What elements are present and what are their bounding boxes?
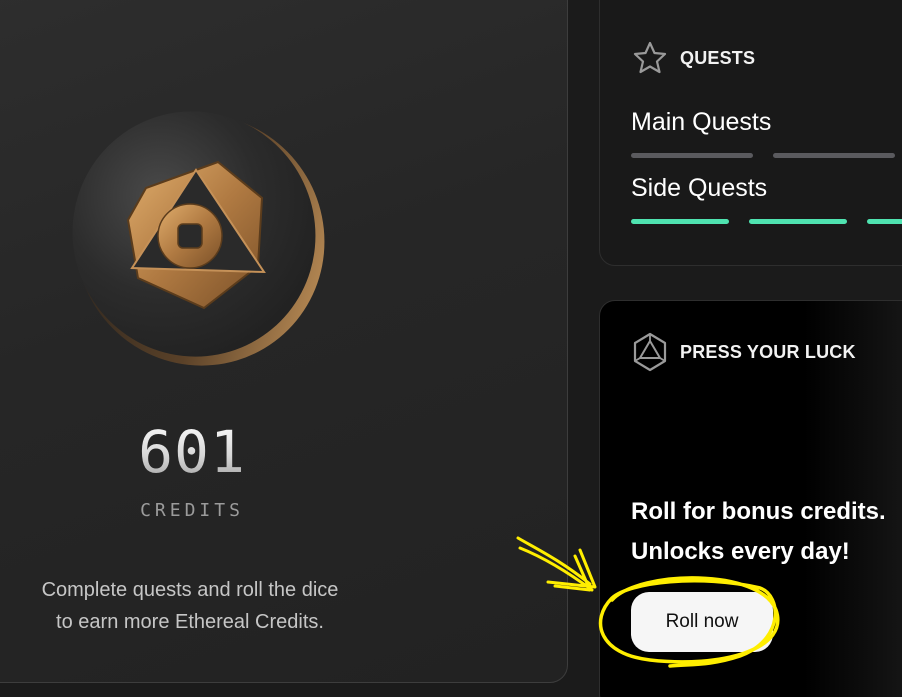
quests-header: QUESTS xyxy=(632,40,755,76)
side-quests-title[interactable]: Side Quests xyxy=(631,174,767,203)
credit-amount: 601 xyxy=(92,418,292,486)
luck-line: Unlocks every day! xyxy=(631,538,850,565)
progress-segment xyxy=(631,219,729,224)
dashboard: 601 CREDITS Complete quests and roll the… xyxy=(0,0,902,697)
progress-segment xyxy=(773,153,895,158)
main-quests-progress xyxy=(631,153,902,158)
roll-now-button[interactable]: Roll now xyxy=(631,592,773,652)
main-quests-title[interactable]: Main Quests xyxy=(631,108,771,137)
progress-segment xyxy=(867,219,902,224)
credit-description-line: to earn more Ethereal Credits. xyxy=(56,611,324,633)
luck-line: Roll for bonus credits. xyxy=(631,498,886,525)
credit-description: Complete quests and roll the dice to ear… xyxy=(20,574,360,638)
ethereal-coin-icon xyxy=(72,111,325,366)
quests-title: QUESTS xyxy=(680,47,756,68)
progress-segment xyxy=(749,219,847,224)
side-quests-progress xyxy=(631,219,902,224)
star-icon xyxy=(633,41,667,74)
luck-description: Roll for bonus credits. Unlocks every da… xyxy=(631,492,886,572)
credit-label: CREDITS xyxy=(140,500,244,521)
progress-segment xyxy=(631,153,753,158)
luck-title: PRESS YOUR LUCK xyxy=(680,341,856,362)
d20-dice-icon xyxy=(633,332,667,372)
luck-header: PRESS YOUR LUCK xyxy=(632,332,856,372)
credit-description-line: Complete quests and roll the dice xyxy=(41,579,339,601)
